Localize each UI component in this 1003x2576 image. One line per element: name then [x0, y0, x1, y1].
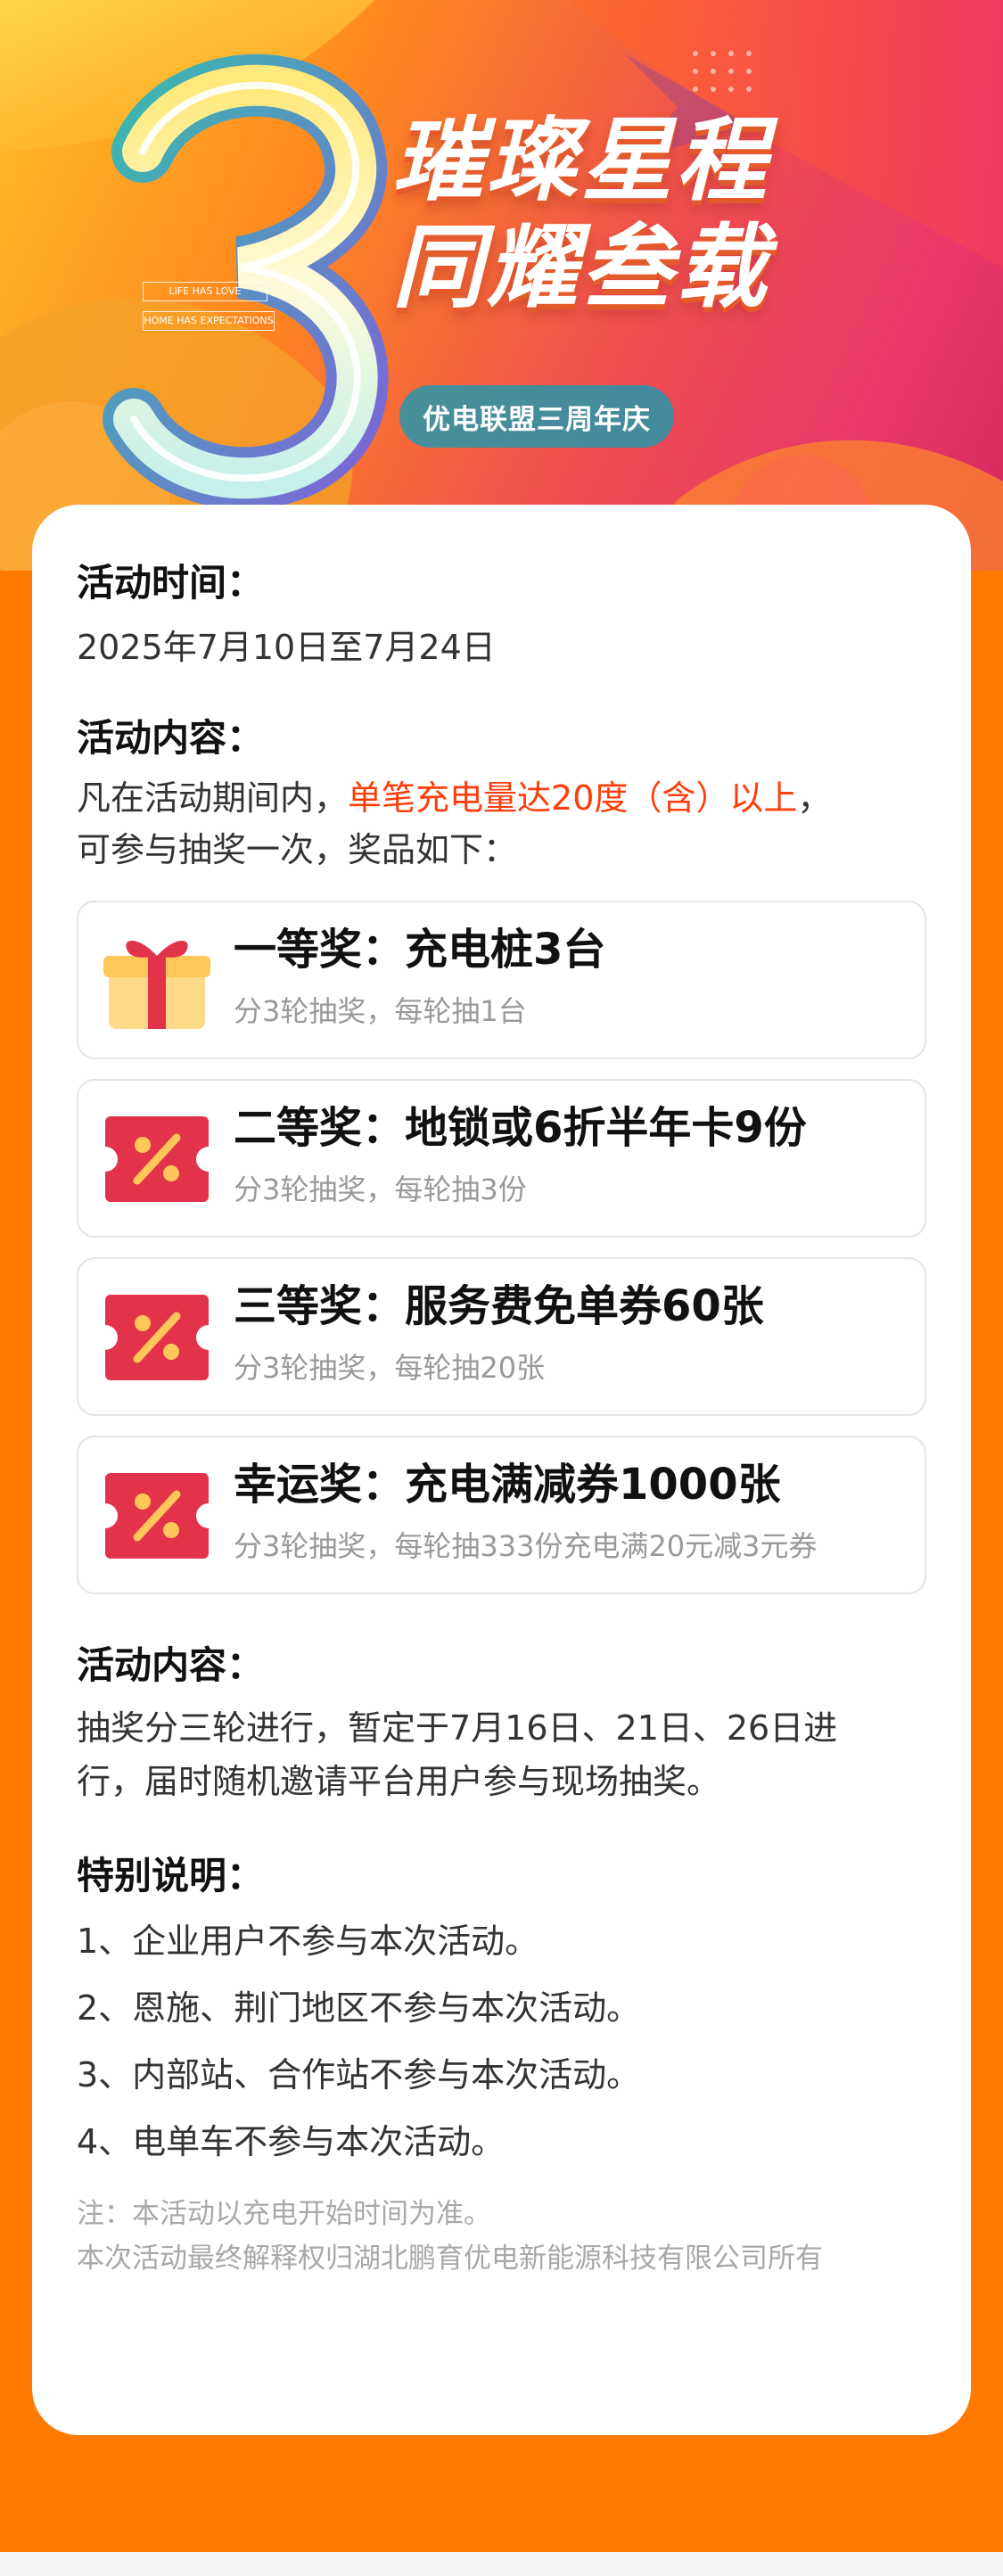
prize-card-lucky: 幸运奖：充电满减券1000张 分3轮抽奖，每轮抽333份充电满20元减3元券	[77, 1436, 926, 1594]
activity-card: 活动时间： 2025年7月10日至7月24日 活动内容： 凡在活动期间内，单笔充…	[32, 505, 971, 2435]
prize-title: 一等奖：充电桩3台	[234, 925, 606, 975]
content-text-line2: 可参与抽奖一次，奖品如下：	[77, 830, 518, 869]
gift-icon	[103, 941, 210, 1029]
prize-title: 二等奖：地锁或6折半年卡9份	[234, 1103, 807, 1153]
banner-subtitle-badge: 优电联盟三周年庆	[399, 385, 674, 448]
footnotes: 注：本活动以充电开始时间为准。 本次活动最终解释权归湖北鹏育优电新能源科技有限公…	[77, 2192, 926, 2281]
prize-card-second: 二等奖：地锁或6折半年卡9份 分3轮抽奖，每轮抽3份	[77, 1079, 926, 1238]
prize-title: 三等奖：服务费免单券60张	[234, 1281, 764, 1331]
note-line-1: 注：本活动以充电开始时间为准。	[77, 2198, 491, 2230]
english-tag-1: LIFE HAS LOVE	[143, 282, 267, 301]
prize-card-first: 一等奖：充电桩3台 分3轮抽奖，每轮抽1台	[77, 901, 926, 1059]
content-heading: 活动内容：	[77, 716, 265, 760]
coupon-percent-icon	[105, 1473, 209, 1559]
content-text: 凡在活动期间内，单笔充电量达20度（含）以上， 可参与抽奖一次，奖品如下：	[77, 772, 926, 876]
draw-text-line1: 抽奖分三轮进行，暂定于7月16日、21日、26日进	[77, 1708, 838, 1748]
prize-title: 幸运奖：充电满减券1000张	[234, 1460, 781, 1510]
time-heading: 活动时间：	[77, 561, 265, 605]
banner-title-line2: 同耀叁载	[392, 214, 770, 321]
prize-card-third: 三等奖：服务费免单券60张 分3轮抽奖，每轮抽20张	[77, 1257, 926, 1416]
draw-heading: 活动内容：	[77, 1643, 265, 1687]
coupon-percent-icon	[105, 1295, 209, 1380]
draw-text-line2: 行，届时随机邀请平台用户参与现场抽奖。	[77, 1762, 721, 1801]
prize-subtitle: 分3轮抽奖，每轮抽20张	[234, 1351, 546, 1385]
note-line-2: 本次活动最终解释权归湖北鹏育优电新能源科技有限公司所有	[77, 2243, 823, 2275]
banner-title: 璀璨星程 同耀叁载	[392, 107, 856, 321]
content-text-start: 凡在活动期间内，	[77, 778, 349, 818]
page: LIFE HAS LOVE HOME HAS EXPECTATIONS 璀璨星程…	[0, 0, 1003, 2576]
prize-subtitle: 分3轮抽奖，每轮抽333份充电满20元减3元券	[234, 1529, 818, 1563]
banner-title-line1: 璀璨星程	[392, 107, 770, 214]
coupon-percent-icon	[105, 1116, 209, 1202]
draw-text: 抽奖分三轮进行，暂定于7月16日、21日、26日进 行，届时随机邀请平台用户参与…	[77, 1701, 926, 1808]
special-heading: 特别说明：	[77, 1854, 265, 1897]
list-item: 3、内部站、合作站不参与本次活动。	[77, 2055, 641, 2095]
time-value: 2025年7月10日至7月24日	[77, 628, 496, 667]
list-item: 1、企业用户不参与本次活动。	[77, 1922, 539, 1961]
english-tag-2: HOME HAS EXPECTATIONS	[143, 311, 275, 331]
bottom-strip	[0, 2552, 1003, 2576]
content-text-comma: ，	[797, 778, 832, 818]
prize-subtitle: 分3轮抽奖，每轮抽3份	[234, 1173, 527, 1206]
special-list: 1、企业用户不参与本次活动。 2、恩施、荆门地区不参与本次活动。 3、内部站、合…	[77, 1908, 926, 2176]
content-highlight: 单笔充电量达20度（含）以上	[348, 778, 798, 818]
anniversary-banner: LIFE HAS LOVE HOME HAS EXPECTATIONS 璀璨星程…	[0, 0, 1003, 571]
list-item: 4、电单车不参与本次活动。	[77, 2122, 506, 2161]
list-item: 2、恩施、荆门地区不参与本次活动。	[77, 1988, 641, 2028]
prize-subtitle: 分3轮抽奖，每轮抽1台	[234, 994, 527, 1028]
